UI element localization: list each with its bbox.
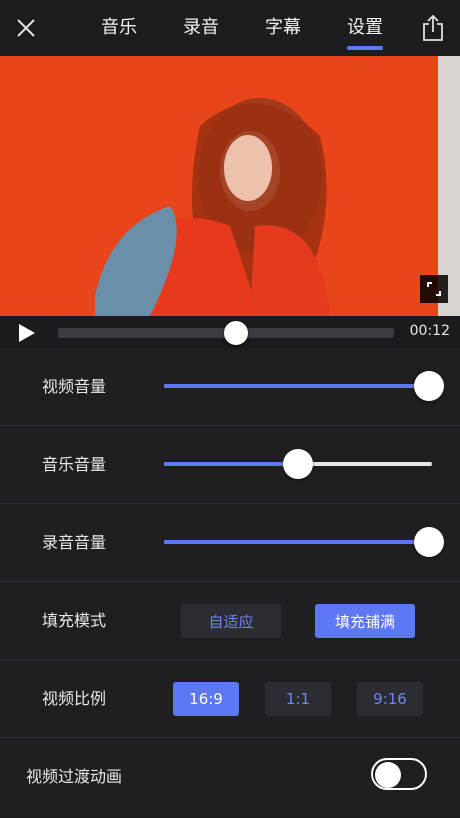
video-preview[interactable] [0, 56, 460, 316]
settings-panel: 视频音量 音乐音量 录音音量 填充模式 自适应 填充铺满 视频比例 16:9 1… [0, 348, 460, 815]
fill-mode-fill-button[interactable]: 填充铺满 [315, 604, 415, 638]
playback-time: 00:12 [409, 323, 450, 339]
music-volume-slider[interactable] [164, 449, 432, 479]
music-volume-slider-knob[interactable] [283, 449, 313, 479]
video-editor-app: 音乐 录音 字幕 设置 00:12 视频音量 音乐音量 录音音量 填充模式 自适… [0, 0, 460, 818]
music-volume-slider-fill [164, 462, 298, 466]
video-volume-slider-fill [164, 384, 430, 388]
tab-settings[interactable]: 设置 [324, 0, 406, 56]
aspect-ratio-label: 视频比例 [42, 689, 107, 708]
close-icon [17, 19, 35, 37]
record-volume-row: 录音音量 [0, 504, 460, 582]
play-button[interactable] [16, 322, 38, 344]
top-bar: 音乐 录音 字幕 设置 [0, 0, 460, 56]
fullscreen-icon [427, 282, 441, 296]
video-volume-label: 视频音量 [42, 377, 107, 396]
video-volume-slider[interactable] [164, 371, 445, 401]
music-volume-row: 音乐音量 [0, 426, 460, 504]
fullscreen-button[interactable] [420, 275, 448, 303]
play-icon [19, 324, 35, 342]
aspect-ratio-16-9-button[interactable]: 16:9 [173, 682, 239, 716]
aspect-ratio-9-16-button[interactable]: 9:16 [357, 682, 423, 716]
aspect-ratio-row: 视频比例 16:9 1:1 9:16 [0, 660, 460, 738]
transition-toggle[interactable] [371, 758, 427, 790]
music-volume-label: 音乐音量 [42, 455, 107, 474]
fill-mode-label: 填充模式 [42, 611, 107, 630]
record-volume-slider-fill [164, 540, 430, 544]
tab-record[interactable]: 录音 [160, 0, 242, 56]
record-volume-label: 录音音量 [42, 533, 107, 552]
tab-bar: 音乐 录音 字幕 设置 [78, 0, 406, 56]
fill-mode-adaptive-button[interactable]: 自适应 [181, 604, 281, 638]
share-button[interactable] [420, 13, 446, 43]
playback-progress-knob[interactable] [224, 321, 249, 345]
transition-toggle-knob [375, 762, 401, 788]
close-button[interactable] [12, 14, 40, 42]
video-frame-image [0, 56, 460, 316]
aspect-ratio-1-1-button[interactable]: 1:1 [265, 682, 331, 716]
record-volume-slider-knob[interactable] [414, 527, 445, 557]
playback-bar: 00:12 [0, 316, 460, 348]
share-icon [423, 14, 443, 41]
playback-progress-track[interactable] [58, 321, 394, 345]
transition-label: 视频过渡动画 [26, 767, 123, 786]
tab-subtitle[interactable]: 字幕 [242, 0, 324, 56]
tab-music[interactable]: 音乐 [78, 0, 160, 56]
fill-mode-row: 填充模式 自适应 填充铺满 [0, 582, 460, 660]
video-volume-slider-knob[interactable] [414, 371, 445, 401]
transition-row: 视频过渡动画 [0, 738, 460, 815]
record-volume-slider[interactable] [164, 527, 445, 557]
video-volume-row: 视频音量 [0, 348, 460, 426]
